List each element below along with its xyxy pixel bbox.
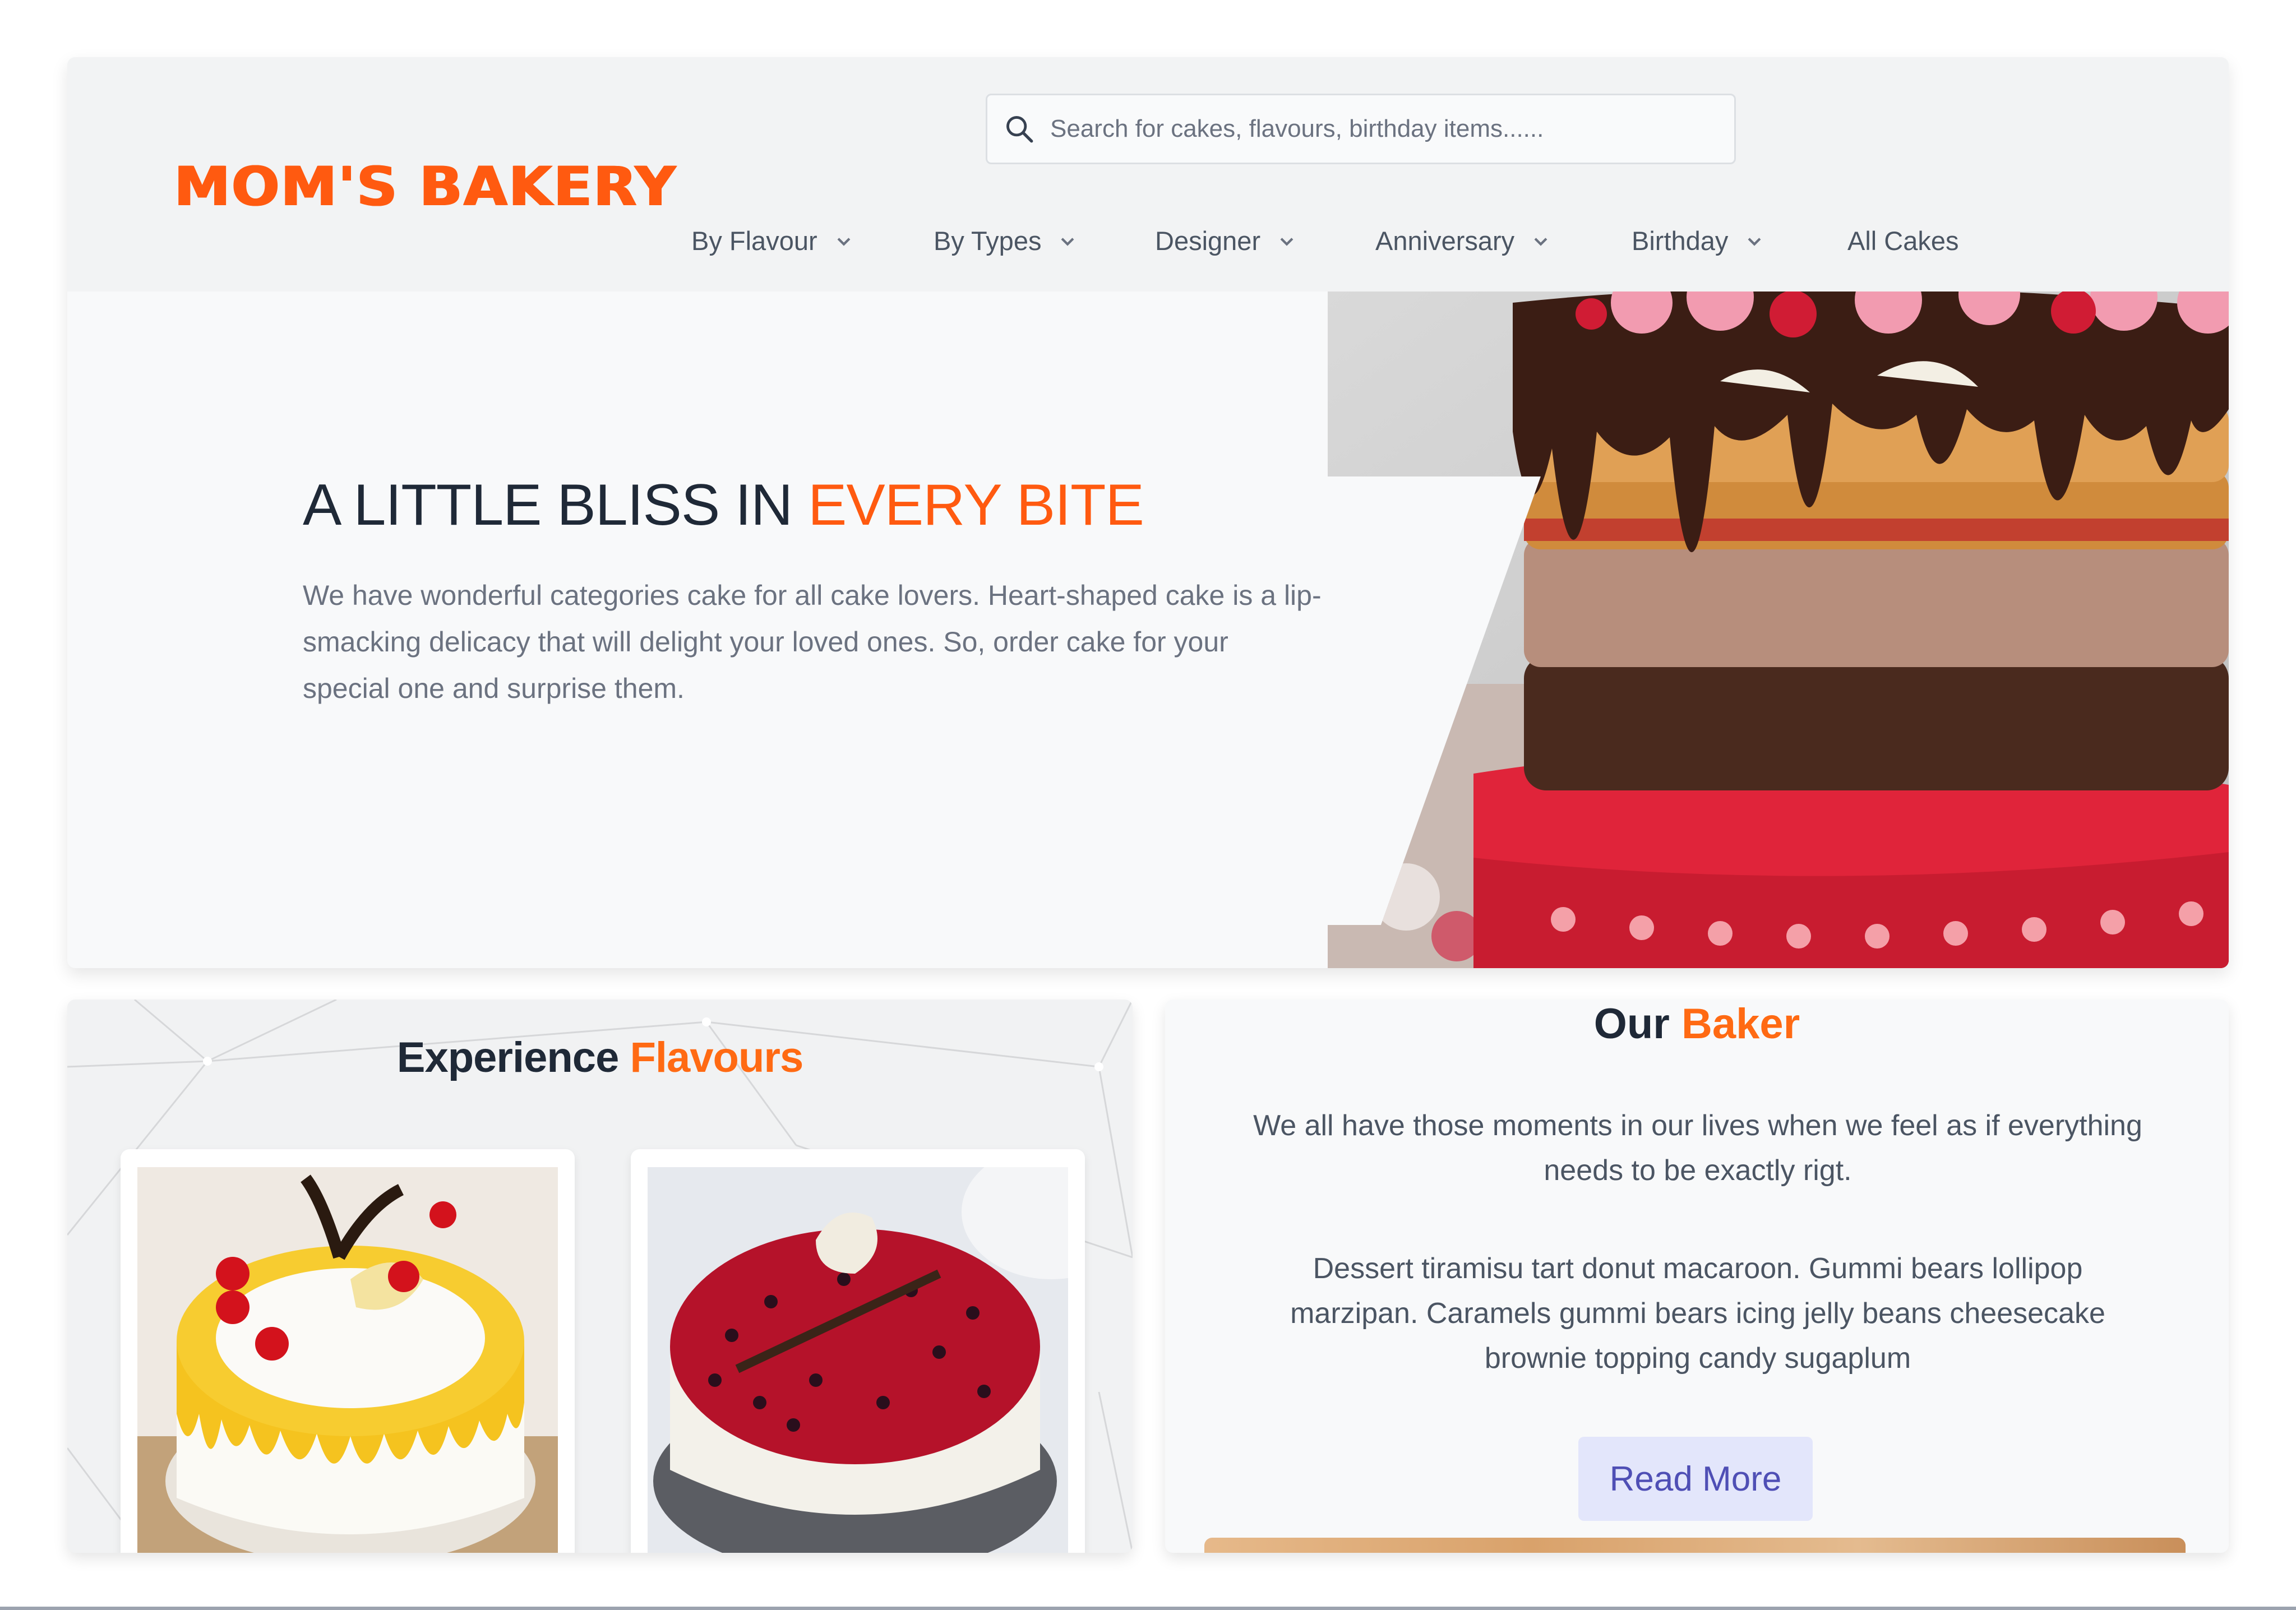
category-nav: By Flavour By Types Designer Anniversary… — [67, 225, 2229, 265]
flavours-title-main: Experience — [396, 1034, 630, 1081]
search-input[interactable] — [1050, 115, 1695, 143]
chevron-down-icon — [1534, 237, 1547, 246]
nav-all-cakes[interactable]: All Cakes — [1847, 225, 1959, 256]
read-more-button[interactable]: Read More — [1578, 1437, 1813, 1521]
baker-card: Our Baker We all have those moments in o… — [1165, 1000, 2229, 1553]
flavours-card: Experience Flavours — [67, 1000, 1133, 1553]
blueberry-cake-image — [648, 1167, 1068, 1553]
nav-designer[interactable]: Designer — [1155, 225, 1296, 256]
baker-image-preview — [1204, 1538, 2186, 1553]
nav-label: Anniversary — [1375, 226, 1515, 256]
chevron-down-icon — [1280, 237, 1293, 246]
nav-label: Designer — [1155, 226, 1261, 256]
hero-title-main: A LITTLE BLISS IN — [303, 473, 809, 538]
nav-by-types[interactable]: By Types — [934, 225, 1077, 256]
page-divider — [0, 1607, 2296, 1610]
search-bar[interactable] — [986, 94, 1736, 164]
hero-cake-image — [1328, 292, 2229, 968]
chevron-down-icon — [837, 237, 851, 246]
hero-card: MOM'S BAKERY By Flavour By Types Designe… — [67, 57, 2229, 968]
baker-title-accent: Baker — [1681, 1000, 1800, 1048]
pineapple-cake-image — [137, 1167, 558, 1553]
nav-by-flavour[interactable]: By Flavour — [691, 225, 853, 256]
search-icon — [1006, 116, 1033, 143]
nav-label: By Types — [934, 226, 1042, 256]
chevron-down-icon — [1061, 237, 1074, 246]
baker-body-text: Dessert tiramisu tart donut macaroon. Gu… — [1290, 1252, 2105, 1375]
flavours-title-accent: Flavours — [630, 1034, 803, 1081]
flavour-card-pineapple[interactable] — [121, 1149, 575, 1553]
nav-label: By Flavour — [691, 226, 817, 256]
hero-title: A LITTLE BLISS IN EVERY BITE — [303, 472, 1323, 539]
nav-anniversary[interactable]: Anniversary — [1375, 225, 1550, 256]
nav-label: Birthday — [1632, 226, 1729, 256]
hero-title-accent: EVERY BITE — [808, 473, 1144, 538]
flavour-card-blueberry[interactable] — [631, 1149, 1085, 1553]
baker-title: Our Baker — [1165, 1000, 2229, 1048]
baker-title-main: Our — [1593, 1000, 1681, 1048]
hero-text: A LITTLE BLISS IN EVERY BITE We have won… — [303, 472, 1323, 712]
nav-birthday[interactable]: Birthday — [1632, 225, 1764, 256]
flavours-title: Experience Flavours — [67, 1033, 1133, 1082]
baker-intro-text: We all have those moments in our lives w… — [1253, 1109, 2142, 1187]
hero-description: We have wonderful categories cake for al… — [303, 580, 1322, 704]
brand-logo[interactable]: MOM'S BAKERY — [174, 155, 677, 218]
nav-label: All Cakes — [1847, 226, 1959, 256]
chevron-down-icon — [1748, 237, 1761, 246]
site-header: MOM'S BAKERY By Flavour By Types Designe… — [67, 57, 2229, 292]
